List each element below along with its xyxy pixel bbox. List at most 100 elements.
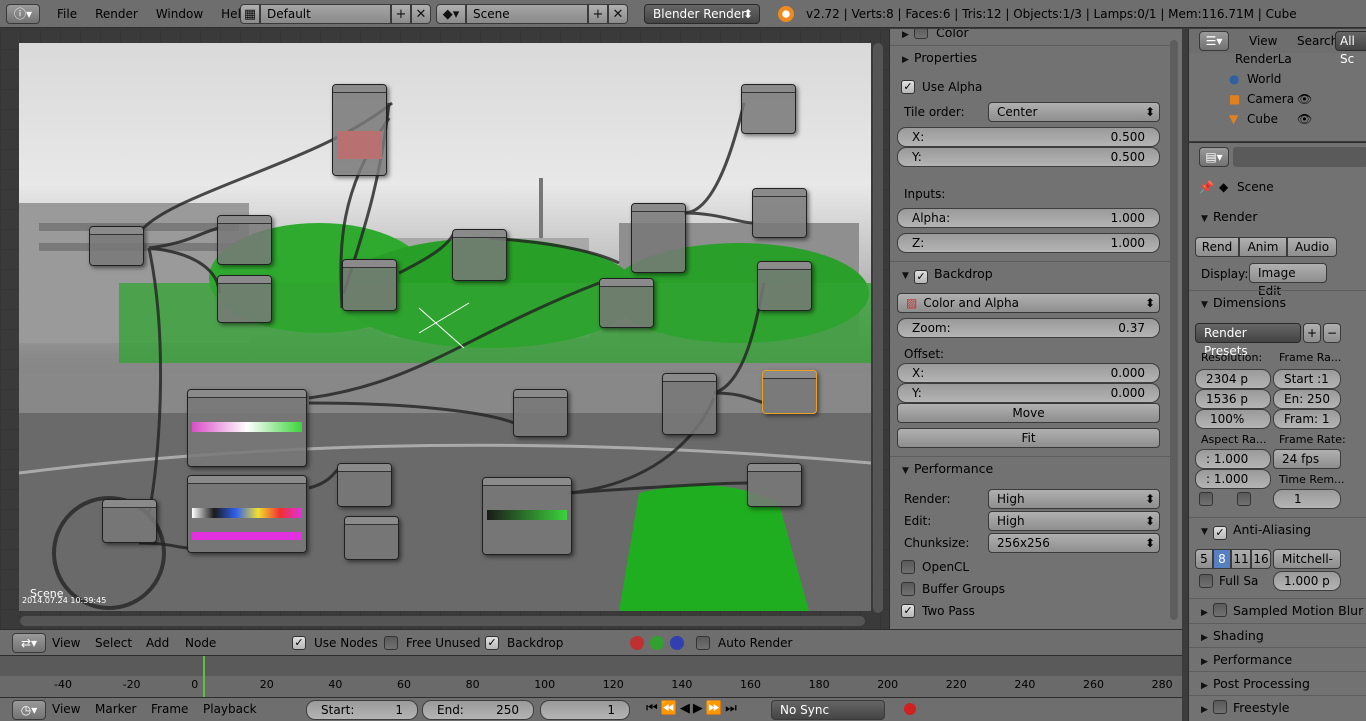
- timeline-menu-frame[interactable]: Frame: [151, 702, 188, 716]
- layout-icon[interactable]: ▦: [240, 4, 260, 24]
- node-menu-add[interactable]: Add: [146, 636, 169, 650]
- current-frame-marker[interactable]: [203, 656, 205, 698]
- end-frame-field[interactable]: End: 250: [422, 700, 534, 720]
- node-composite-5[interactable]: [337, 463, 392, 507]
- sync-dropdown[interactable]: No Sync: [771, 700, 885, 720]
- render-anim-button[interactable]: Anim: [1239, 237, 1287, 257]
- node-viewer-4[interactable]: [344, 516, 399, 560]
- free-unused-checkbox[interactable]: [384, 636, 398, 650]
- aa-8-button[interactable]: 8: [1213, 549, 1231, 569]
- outliner-item-camera[interactable]: Camera: [1247, 92, 1294, 106]
- node-viewer-5[interactable]: [747, 463, 802, 507]
- buffer-groups-checkbox[interactable]: [901, 582, 915, 596]
- use-alpha-checkbox[interactable]: ✓: [901, 80, 915, 94]
- border-checkbox[interactable]: [1199, 492, 1213, 506]
- eye-icon[interactable]: 👁: [1297, 92, 1312, 106]
- red-channel-icon[interactable]: [630, 636, 644, 650]
- dimensions-section[interactable]: ▼ Dimensions: [1189, 290, 1366, 314]
- aa-size-field[interactable]: 1.000 p: [1273, 571, 1341, 591]
- node-menu-view[interactable]: View: [52, 636, 80, 650]
- outliner-editor-type[interactable]: ☰▾: [1199, 31, 1229, 51]
- current-frame-field[interactable]: 1: [540, 700, 630, 720]
- offset-x-field[interactable]: X: 0.000: [897, 363, 1160, 383]
- offset-y-field[interactable]: Y: 0.000: [897, 383, 1160, 403]
- remove-layout-icon[interactable]: ✕: [411, 4, 431, 24]
- properties-scrollbar[interactable]: [1170, 40, 1178, 620]
- layout-field[interactable]: Default: [260, 4, 391, 24]
- fit-button[interactable]: Fit: [897, 428, 1160, 448]
- time-remap-field[interactable]: 1: [1273, 489, 1341, 509]
- menu-window[interactable]: Window: [147, 0, 212, 28]
- render-quality-dropdown[interactable]: High ⬍: [988, 489, 1160, 509]
- node-colorramp-3[interactable]: [482, 477, 572, 555]
- fps-dropdown[interactable]: 24 fps: [1273, 449, 1341, 469]
- remove-scene-icon[interactable]: ✕: [608, 4, 628, 24]
- performance-section[interactable]: ▼ Performance: [890, 456, 1170, 480]
- tile-order-dropdown[interactable]: Center ⬍: [988, 102, 1160, 122]
- freestyle-checkbox[interactable]: [1213, 700, 1227, 714]
- anti-aliasing-section[interactable]: ▼ ✓ Anti-Aliasing: [1189, 517, 1366, 541]
- outliner-item-cube[interactable]: Cube: [1247, 112, 1278, 126]
- render-audio-button[interactable]: Audio: [1287, 237, 1337, 257]
- aa-checkbox[interactable]: ✓: [1213, 526, 1227, 540]
- resolution-x-field[interactable]: 2304 p: [1195, 369, 1271, 389]
- node-mix[interactable]: [631, 203, 686, 273]
- node-composite-4[interactable]: [513, 389, 568, 437]
- node-rgb-converter[interactable]: [89, 226, 144, 266]
- shading-section[interactable]: ▶ Shading: [1189, 623, 1366, 647]
- add-scene-icon[interactable]: +: [588, 4, 608, 24]
- auto-render-checkbox[interactable]: [696, 636, 710, 650]
- eye-icon[interactable]: 👁: [1297, 112, 1312, 126]
- frame-start-field[interactable]: Start :1: [1273, 369, 1341, 389]
- color-checkbox[interactable]: [914, 29, 928, 39]
- timeline-menu-view[interactable]: View: [52, 702, 80, 716]
- aa-11-button[interactable]: 11: [1231, 549, 1251, 569]
- frame-end-field[interactable]: En: 250: [1273, 389, 1341, 409]
- node-composite-3[interactable]: [757, 261, 812, 311]
- zoom-field[interactable]: Zoom: 0.37: [897, 318, 1160, 338]
- remove-preset-button[interactable]: −: [1323, 323, 1341, 343]
- node-colorramp[interactable]: [187, 389, 307, 467]
- backdrop-section[interactable]: ▼ ✓ Backdrop: [890, 261, 1170, 285]
- node-menu-node[interactable]: Node: [185, 636, 216, 650]
- aa-5-button[interactable]: 5: [1195, 549, 1213, 569]
- node-color[interactable]: [662, 373, 717, 435]
- post-processing-section[interactable]: ▶ Post Processing: [1189, 671, 1366, 695]
- aa-filter-dropdown[interactable]: Mitchell-N: [1273, 549, 1341, 584]
- node-composite-2[interactable]: [217, 275, 272, 323]
- aa-16-button[interactable]: 16: [1251, 549, 1271, 569]
- node-image[interactable]: [332, 84, 387, 176]
- scene-icon[interactable]: ◆▾: [436, 4, 466, 24]
- color-section[interactable]: ▶ Color: [890, 29, 1170, 45]
- outliner-item-world[interactable]: World: [1247, 72, 1281, 86]
- node-viewer-active[interactable]: [762, 370, 817, 414]
- resolution-y-field[interactable]: 1536 p: [1195, 389, 1271, 409]
- node-colorramp-2[interactable]: [187, 475, 307, 553]
- use-nodes-checkbox[interactable]: ✓: [292, 636, 306, 650]
- node-bright-contrast[interactable]: [102, 499, 157, 543]
- chunksize-dropdown[interactable]: 256x256 ⬍: [988, 533, 1160, 553]
- vertical-scrollbar[interactable]: [873, 43, 883, 613]
- node-viewer[interactable]: [752, 188, 807, 238]
- outliner-view-menu[interactable]: View: [1249, 34, 1277, 48]
- properties-section[interactable]: ▶ Properties: [890, 45, 1170, 69]
- context-tabs[interactable]: [1233, 147, 1366, 167]
- display-dropdown[interactable]: Image Edit: [1249, 263, 1327, 298]
- scene-field[interactable]: Scene: [466, 4, 588, 24]
- add-layout-icon[interactable]: +: [391, 4, 411, 24]
- timeline-menu-marker[interactable]: Marker: [95, 702, 136, 716]
- node-viewer-3[interactable]: [599, 278, 654, 328]
- props-editor-type[interactable]: ▤▾: [1199, 147, 1229, 167]
- render-engine-dropdown[interactable]: Blender Render ⬍: [644, 4, 760, 24]
- move-button[interactable]: Move: [897, 403, 1160, 423]
- alpha-field[interactable]: Alpha: 1.000: [897, 208, 1160, 228]
- sampled-motion-blur-section[interactable]: ▶ Sampled Motion Blur: [1189, 598, 1366, 622]
- opencl-checkbox[interactable]: [901, 560, 915, 574]
- aspect-y-field[interactable]: : 1.000: [1195, 469, 1271, 489]
- playback-controls[interactable]: ⏮⏪◀▶⏩⏭: [646, 701, 740, 716]
- node-editor-type[interactable]: ⇄▾: [12, 633, 46, 653]
- blue-channel-icon[interactable]: [670, 636, 684, 650]
- resolution-percent-field[interactable]: 100%: [1195, 409, 1271, 429]
- crop-checkbox[interactable]: [1237, 492, 1251, 506]
- aspect-x-field[interactable]: : 1.000: [1195, 449, 1271, 469]
